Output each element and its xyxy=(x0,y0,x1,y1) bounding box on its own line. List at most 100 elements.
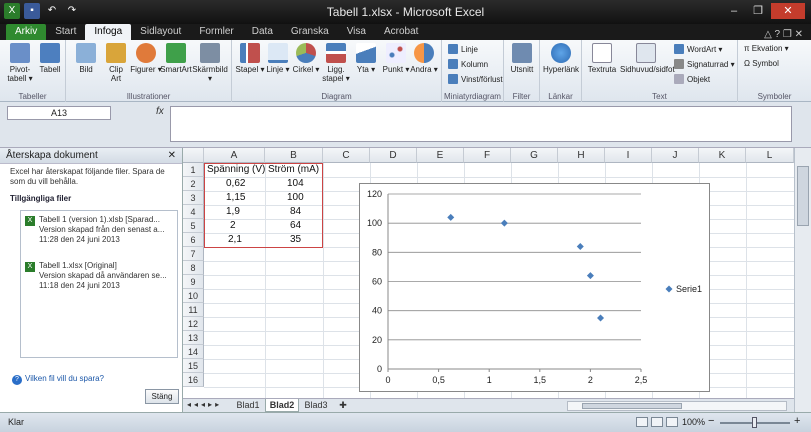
row-header[interactable]: 13 xyxy=(183,331,204,345)
other-charts-button[interactable]: Andra ▾ xyxy=(406,43,442,74)
select-all-corner[interactable] xyxy=(183,148,204,163)
slicer-button[interactable]: Utsnitt xyxy=(504,43,540,74)
recovered-file-item[interactable]: X Tabell 1.xlsx [Original] Version skapa… xyxy=(25,261,170,291)
zoom-slider-knob[interactable] xyxy=(752,417,757,428)
tab-infoga[interactable]: Infoga xyxy=(85,24,132,40)
row-header[interactable]: 16 xyxy=(183,373,204,387)
row-header[interactable]: 12 xyxy=(183,317,204,331)
row-header[interactable]: 6 xyxy=(183,233,204,247)
sheet-tab-active[interactable]: Blad2 xyxy=(265,399,299,412)
scroll-thumb[interactable] xyxy=(582,403,682,409)
column-header[interactable]: J xyxy=(652,148,699,163)
ribbon-window-controls[interactable]: △ ? ❐ ✕ xyxy=(764,29,811,40)
row-header[interactable]: 7 xyxy=(183,247,204,261)
close-button[interactable]: ✕ xyxy=(771,3,805,19)
sparkline-column-button[interactable]: Kolumn xyxy=(448,59,488,69)
zoom-level[interactable]: 100% xyxy=(682,417,705,427)
column-header[interactable]: A xyxy=(204,148,265,163)
formula-input[interactable] xyxy=(170,106,792,142)
tab-data[interactable]: Data xyxy=(243,24,282,40)
page-break-view-icon[interactable] xyxy=(666,417,678,427)
restore-button[interactable]: ❐ xyxy=(747,3,769,19)
insert-function-icon[interactable]: fx xyxy=(156,106,164,117)
cell-b1[interactable]: Ström (mA) xyxy=(268,163,319,177)
column-header[interactable]: E xyxy=(417,148,464,163)
sparkline-winloss-button[interactable]: Vinst/förlust xyxy=(448,74,503,84)
scroll-thumb[interactable] xyxy=(797,166,809,226)
close-panel-button[interactable]: Stäng xyxy=(145,389,179,404)
tab-arkiv[interactable]: Arkiv xyxy=(6,24,47,40)
column-header[interactable]: G xyxy=(511,148,558,163)
tab-sidlayout[interactable]: Sidlayout xyxy=(131,24,190,40)
row-header[interactable]: 9 xyxy=(183,275,204,289)
cell-a4[interactable]: 1,9 xyxy=(226,205,240,219)
wordart-button[interactable]: WordArt ▾ xyxy=(674,44,722,54)
row-header[interactable]: 11 xyxy=(183,303,204,317)
cell-a1[interactable]: Spänning (V) xyxy=(207,163,265,177)
insert-sheet-icon[interactable]: ✚ xyxy=(335,399,351,412)
panel-close-icon[interactable]: ✕ xyxy=(168,150,176,161)
tab-formler[interactable]: Formler xyxy=(190,24,242,40)
symbol-button[interactable]: Ω Symbol xyxy=(744,59,779,68)
page-layout-view-icon[interactable] xyxy=(651,417,663,427)
row-header[interactable]: 8 xyxy=(183,261,204,275)
smartart-button[interactable]: SmartArt xyxy=(158,43,194,74)
group-tabeller: Pivot- tabell ▾ Tabell Tabeller xyxy=(0,40,66,102)
column-header[interactable]: B xyxy=(265,148,323,163)
sparkline-line-button[interactable]: Linje xyxy=(448,44,478,54)
cell-b2[interactable]: 104 xyxy=(287,177,304,191)
row-header[interactable]: 15 xyxy=(183,359,204,373)
screenshot-button[interactable]: Skärmbild ▾ xyxy=(192,43,228,83)
column-header[interactable]: C xyxy=(323,148,370,163)
tab-acrobat[interactable]: Acrobat xyxy=(375,24,427,40)
vertical-scrollbar[interactable] xyxy=(794,148,811,412)
sheet-navigation-arrows[interactable]: ◂◂◂▸▸ xyxy=(187,400,222,409)
minimize-button[interactable]: – xyxy=(723,3,745,19)
table-button[interactable]: Tabell xyxy=(32,43,68,74)
column-header[interactable]: K xyxy=(699,148,746,163)
help-link[interactable]: ? Vilken fil vill du spara? xyxy=(12,374,104,385)
row-header[interactable]: 1 xyxy=(183,163,204,177)
horizontal-scrollbar[interactable] xyxy=(567,401,787,411)
cell-b6[interactable]: 35 xyxy=(290,233,301,247)
column-header[interactable]: D xyxy=(370,148,417,163)
ribbon: Pivot- tabell ▾ Tabell Tabeller Bild Cli… xyxy=(0,40,811,102)
window-title: Tabell 1.xlsx - Microsoft Excel xyxy=(326,5,485,19)
row-header[interactable]: 5 xyxy=(183,219,204,233)
header-footer-button[interactable]: Sidhuvud/sidfot xyxy=(620,43,675,74)
equation-button[interactable]: π Ekvation ▾ xyxy=(744,44,789,53)
column-header[interactable]: H xyxy=(558,148,605,163)
cell-a5[interactable]: 2 xyxy=(230,219,236,233)
recovered-file-item[interactable]: X Tabell 1 (version 1).xlsb [Sparad... V… xyxy=(25,215,170,245)
tab-start[interactable]: Start xyxy=(46,24,85,40)
normal-view-icon[interactable] xyxy=(636,417,648,427)
row-header[interactable]: 10 xyxy=(183,289,204,303)
object-button[interactable]: Objekt xyxy=(674,74,710,84)
column-header[interactable]: I xyxy=(605,148,652,163)
row-header[interactable]: 3 xyxy=(183,191,204,205)
sheet-tab[interactable]: Blad3 xyxy=(301,399,331,412)
group-text: Textruta Sidhuvud/sidfot WordArt ▾ Signa… xyxy=(582,40,738,102)
cell-b4[interactable]: 84 xyxy=(290,205,301,219)
hyperlink-button[interactable]: Hyperlänk xyxy=(543,43,579,74)
cell-a3[interactable]: 1,15 xyxy=(226,191,245,205)
cell-b5[interactable]: 64 xyxy=(290,219,301,233)
row-header[interactable]: 14 xyxy=(183,345,204,359)
textbox-button[interactable]: Textruta xyxy=(584,43,620,74)
sheet-tab[interactable]: Blad1 xyxy=(233,399,263,412)
signature-line-button[interactable]: Signaturrad ▾ xyxy=(674,59,735,69)
name-box[interactable]: A13 xyxy=(7,106,111,120)
cell-a6[interactable]: 2,1 xyxy=(228,233,242,247)
row-header[interactable]: 4 xyxy=(183,205,204,219)
tab-granska[interactable]: Granska xyxy=(282,24,338,40)
scatter-chart[interactable]: 0 20 40 60 80 100 120 0 0,5 1 1,5 2 2,5 Serie1 xyxy=(359,183,710,392)
column-header[interactable]: L xyxy=(746,148,794,163)
column-header[interactable]: F xyxy=(464,148,511,163)
zoom-out-button[interactable]: − xyxy=(708,415,714,427)
cell-a2[interactable]: 0,62 xyxy=(226,177,245,191)
globe-icon xyxy=(551,43,571,63)
zoom-in-button[interactable]: + xyxy=(794,415,800,427)
row-header[interactable]: 2 xyxy=(183,177,204,191)
cell-b3[interactable]: 100 xyxy=(287,191,304,205)
tab-visa[interactable]: Visa xyxy=(338,24,375,40)
